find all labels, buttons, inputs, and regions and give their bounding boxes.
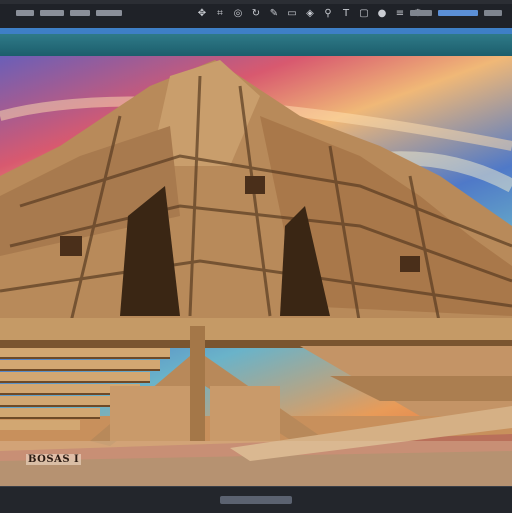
toolbar-dropdown[interactable] <box>438 10 478 16</box>
brush-icon[interactable]: ✎ <box>268 7 280 21</box>
toolbar-control[interactable] <box>484 10 502 16</box>
text-tool-icon[interactable]: T <box>340 7 352 21</box>
menu-item[interactable] <box>40 10 64 16</box>
toolbar-right-controls <box>410 10 502 16</box>
top-toolbar: ✥⌗◎↻✎▭◈⚲T▢●≡⚙ <box>0 4 512 29</box>
menu-item[interactable] <box>96 10 122 16</box>
layers-icon[interactable]: ≡ <box>394 7 406 21</box>
menu-bar <box>16 10 122 16</box>
tool-icons: ✥⌗◎↻✎▭◈⚲T▢●≡⚙ <box>196 7 424 21</box>
rotate-icon[interactable]: ↻ <box>250 7 262 21</box>
status-bar <box>0 486 512 513</box>
app-window: ✥⌗◎↻✎▭◈⚲T▢●≡⚙ <box>0 0 512 513</box>
fill-icon[interactable]: ◈ <box>304 7 316 21</box>
crop-icon[interactable]: ⌗ <box>214 7 226 21</box>
options-bar <box>0 34 512 56</box>
temple-image <box>0 60 512 486</box>
eraser-icon[interactable]: ▭ <box>286 7 298 21</box>
menu-item[interactable] <box>16 10 34 16</box>
move-icon[interactable]: ✥ <box>196 7 208 21</box>
color-picker-icon[interactable]: ● <box>376 7 388 21</box>
menu-item[interactable] <box>70 10 90 16</box>
eyedropper-icon[interactable]: ⚲ <box>322 7 334 21</box>
image-caption: BOSAS I <box>26 454 82 465</box>
toolbar-control[interactable] <box>410 10 432 16</box>
zoom-icon[interactable]: ◎ <box>232 7 244 21</box>
shape-icon[interactable]: ▢ <box>358 7 370 21</box>
status-indicator <box>220 496 292 504</box>
image-canvas[interactable]: BOSAS I <box>0 56 512 486</box>
